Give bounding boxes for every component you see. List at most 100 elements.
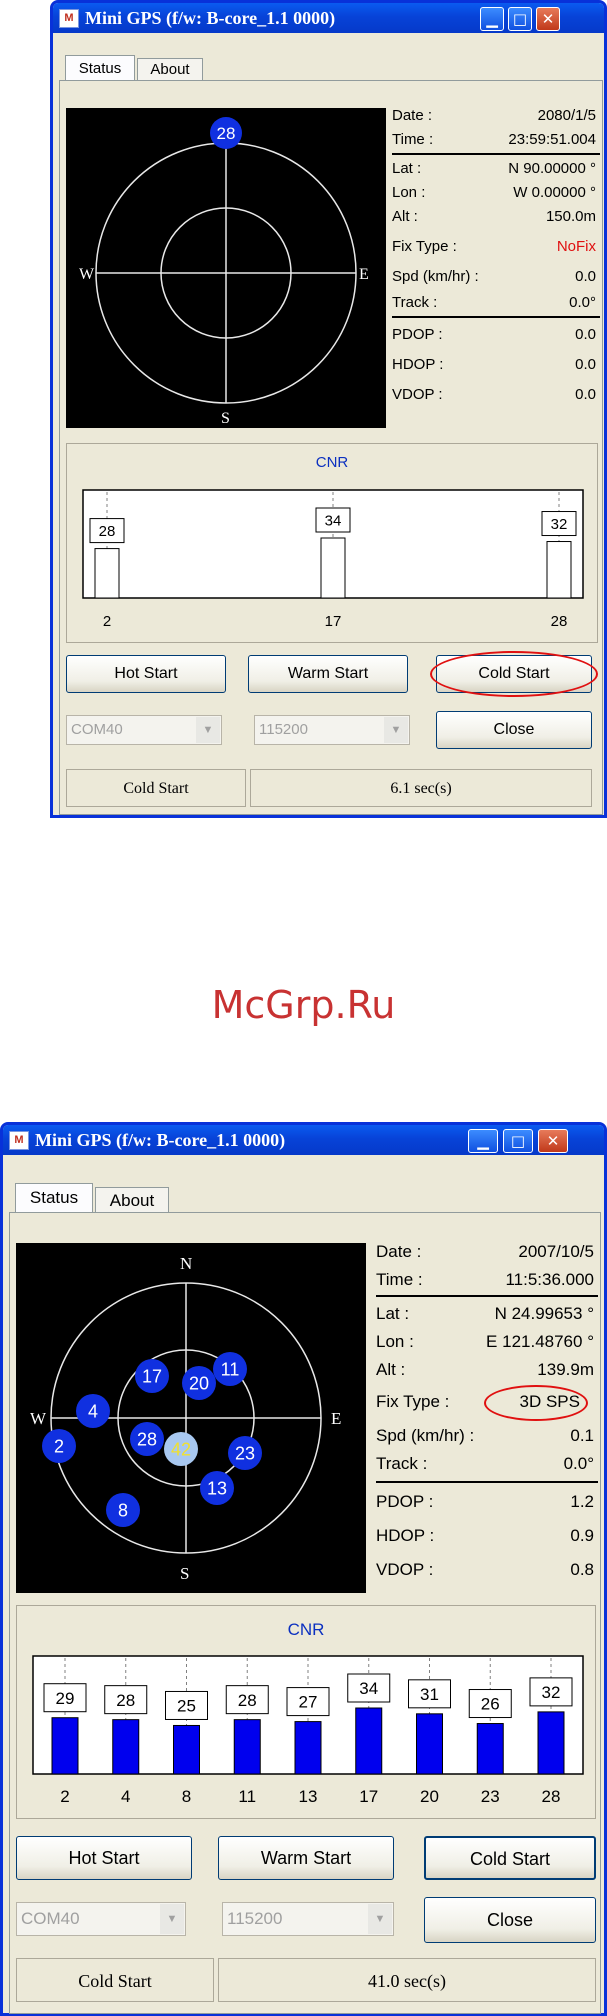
baud-value: 115200 xyxy=(259,721,308,738)
port-select[interactable]: COM40 ▼ xyxy=(16,1902,186,1936)
hdop-label: HDOP : xyxy=(392,356,444,373)
divider xyxy=(376,1295,598,1297)
speed-value: 0.0 xyxy=(575,268,596,285)
time-label: Time : xyxy=(392,131,434,148)
close-icon: ✕ xyxy=(546,1132,560,1150)
vdop-label: VDOP : xyxy=(376,1560,434,1579)
cnr-bar xyxy=(233,1719,261,1775)
sky-plot: N S E W 28 xyxy=(79,117,369,427)
tab-about[interactable]: About xyxy=(95,1187,169,1213)
app-icon: M xyxy=(59,9,79,28)
title-bar[interactable]: M Mini GPS (f/w: B-core_1.1 0000) ▁ □ ✕ xyxy=(3,1125,604,1155)
cnr-tick-label: 28 xyxy=(551,613,568,630)
lat-value: N 90.00000 ° xyxy=(508,160,596,177)
lon-label: Lon : xyxy=(392,184,426,201)
cnr-value-label: 34 xyxy=(359,1679,378,1698)
cnr-value-label: 32 xyxy=(542,1683,561,1702)
title-bar[interactable]: M Mini GPS (f/w: B-core_1.1 0000) ▁ □ ✕ xyxy=(53,3,604,33)
status-elapsed: 41.0 sec(s) xyxy=(218,1958,596,2002)
maximize-icon: □ xyxy=(510,1132,526,1150)
baud-select[interactable]: 115200 ▼ xyxy=(222,1902,394,1936)
window-title: Mini GPS (f/w: B-core_1.1 0000) xyxy=(35,1130,286,1150)
satellite-id: 8 xyxy=(118,1500,128,1520)
hot-start-button[interactable]: Hot Start xyxy=(66,655,226,693)
lat-label: Lat : xyxy=(376,1304,410,1323)
cnr-bar xyxy=(94,548,120,599)
cnr-tick-label: 17 xyxy=(359,1787,378,1806)
window-title: Mini GPS (f/w: B-core_1.1 0000) xyxy=(85,8,336,28)
close-icon: ✕ xyxy=(541,10,555,28)
minimize-button[interactable]: ▁ xyxy=(468,1129,498,1153)
chevron-down-icon[interactable]: ▼ xyxy=(196,717,220,743)
maximize-button[interactable]: □ xyxy=(503,1129,533,1153)
maximize-button[interactable]: □ xyxy=(508,7,532,31)
sky-plot: N S E W 17 201142 28 42 23138 xyxy=(30,1254,341,1583)
cnr-bar xyxy=(51,1717,79,1775)
divider xyxy=(392,153,600,155)
chevron-down-icon[interactable]: ▼ xyxy=(368,1904,392,1934)
satellite-id: 17 xyxy=(142,1366,162,1386)
cnr-value-label: 25 xyxy=(177,1697,196,1716)
hdop-value: 0.9 xyxy=(570,1526,594,1545)
lon-label: Lon : xyxy=(376,1332,414,1351)
time-value: 11:5:36.000 xyxy=(505,1270,594,1289)
cnr-bar xyxy=(320,537,346,599)
status-elapsed: 6.1 sec(s) xyxy=(250,769,592,807)
cnr-tick-label: 8 xyxy=(182,1787,191,1806)
info-panel: Date : 2007/10/5 Time : 11:5:36.000 Lat : N… xyxy=(376,1237,598,1587)
vdop-value: 0.8 xyxy=(570,1560,594,1579)
time-value: 23:59:51.004 xyxy=(508,131,596,148)
hot-start-button[interactable]: Hot Start xyxy=(16,1836,192,1880)
cold-start-button[interactable]: Cold Start xyxy=(424,1836,596,1880)
satellite-20: 20 xyxy=(182,1366,216,1400)
pdop-value: 1.2 xyxy=(570,1492,594,1511)
vdop-value: 0.0 xyxy=(575,386,596,403)
minimize-button[interactable]: ▁ xyxy=(480,7,504,31)
port-value: COM40 xyxy=(71,721,123,738)
chevron-down-icon[interactable]: ▼ xyxy=(160,1904,184,1934)
highlight-ellipse xyxy=(484,1385,588,1421)
satellite-42: 42 xyxy=(164,1432,198,1466)
baud-value: 115200 xyxy=(227,1909,283,1928)
window-1: M Mini GPS (f/w: B-core_1.1 0000) ▁ □ ✕ … xyxy=(50,0,607,818)
close-button[interactable]: Close xyxy=(424,1897,596,1943)
cnr-tick-label: 28 xyxy=(542,1787,561,1806)
tab-about[interactable]: About xyxy=(137,58,203,81)
track-value: 0.0° xyxy=(569,294,596,311)
sky-view: N S E W 17 20 11 4 2 28 42 23 13 8 xyxy=(16,1243,366,1593)
speed-label: Spd (km/hr) : xyxy=(392,268,479,285)
close-window-button[interactable]: ✕ xyxy=(538,1129,568,1153)
satellite-id: 20 xyxy=(189,1373,209,1393)
cnr-bar xyxy=(546,541,572,599)
tab-status[interactable]: Status xyxy=(15,1183,93,1213)
warm-start-button[interactable]: Warm Start xyxy=(248,655,408,693)
lat-label: Lat : xyxy=(392,160,422,177)
satellite-id: 13 xyxy=(207,1478,227,1498)
warm-start-button[interactable]: Warm Start xyxy=(218,1836,394,1880)
minimize-icon: ▁ xyxy=(486,10,498,28)
date-value: 2080/1/5 xyxy=(537,107,596,124)
status-mode: Cold Start xyxy=(16,1958,214,2002)
lon-value: E 121.48760 ° xyxy=(486,1332,594,1351)
cnr-value-label: 34 xyxy=(325,512,342,529)
cnr-bar xyxy=(294,1721,322,1775)
compass-n: N xyxy=(180,1254,192,1273)
close-button[interactable]: Close xyxy=(436,711,592,749)
fix-type-label: Fix Type : xyxy=(392,238,457,255)
port-select[interactable]: COM40 ▼ xyxy=(66,715,222,745)
satellite-id: 42 xyxy=(171,1439,191,1459)
cnr-value-label: 27 xyxy=(299,1693,318,1712)
baud-select[interactable]: 115200 ▼ xyxy=(254,715,410,745)
hdop-value: 0.0 xyxy=(575,356,596,373)
satellite-23: 23 xyxy=(228,1436,262,1470)
tab-status[interactable]: Status xyxy=(65,55,135,81)
close-window-button[interactable]: ✕ xyxy=(536,7,560,31)
speed-value: 0.1 xyxy=(570,1426,594,1445)
chevron-down-icon[interactable]: ▼ xyxy=(384,717,408,743)
cnr-tick-label: 4 xyxy=(121,1787,130,1806)
cnr-value-label: 26 xyxy=(481,1695,500,1714)
cnr-value-label: 28 xyxy=(116,1691,135,1710)
satellite-id: 23 xyxy=(235,1443,255,1463)
lon-value: W 0.00000 ° xyxy=(513,184,596,201)
compass-w: W xyxy=(30,1409,47,1428)
